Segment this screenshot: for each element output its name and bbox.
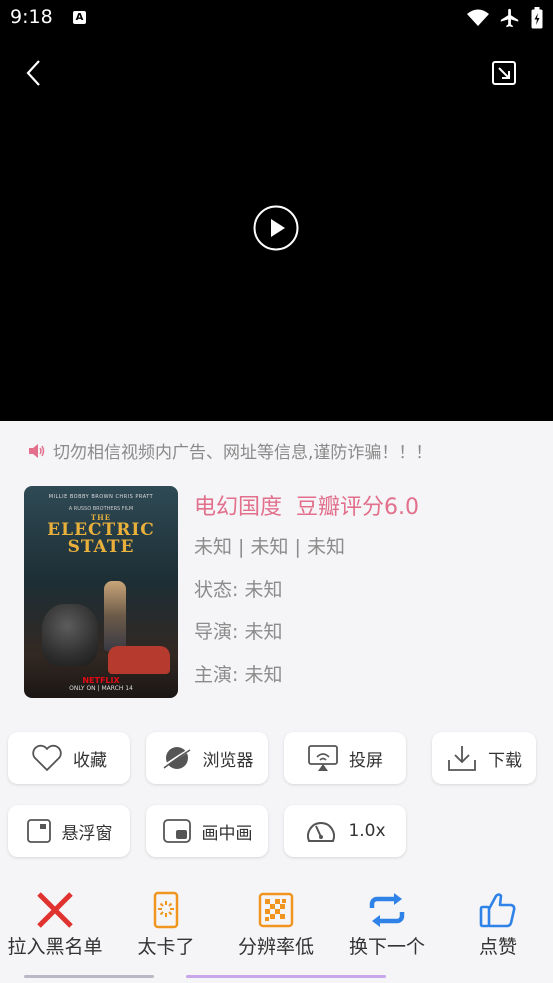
poster-figure-illustration <box>104 581 126 651</box>
status-bar: 9:18 A <box>0 0 553 38</box>
heart-icon <box>32 744 62 771</box>
status-icons <box>467 7 543 29</box>
poster-robot-illustration <box>42 604 98 666</box>
movie-info: 电幻国度 豆瓣评分6.0 未知 | 未知 | 未知 状态: 未知 导演: 未知 主… <box>194 490 433 696</box>
notification-icon: A <box>73 11 86 24</box>
poster-title: THE ELECTRIC STATE <box>47 513 155 557</box>
loading-phone-icon <box>153 891 179 929</box>
thumbs-up-icon <box>479 893 516 928</box>
switch-next-action[interactable]: 换下一个 <box>336 890 438 959</box>
poster-credit: MILLIE BOBBY BROWN CHRIS PRATT <box>48 494 154 500</box>
low-resolution-action[interactable]: 分辨率低 <box>226 890 326 959</box>
browser-button[interactable]: 浏览器 <box>146 732 268 784</box>
blacklist-action[interactable]: 拉入黑名单 <box>0 890 110 959</box>
floating-window-button[interactable]: 悬浮窗 <box>8 805 130 857</box>
shrink-window-icon <box>492 61 516 85</box>
cut-off-content <box>0 975 553 983</box>
movie-rating: 豆瓣评分6.0 <box>296 495 420 520</box>
like-action[interactable]: 点赞 <box>458 890 538 959</box>
picture-in-picture-icon <box>162 819 191 843</box>
download-icon <box>448 746 476 771</box>
speedometer-icon <box>307 822 336 842</box>
movie-meta: 未知 | 未知 | 未知 <box>194 536 345 558</box>
red-x-icon <box>37 892 73 928</box>
favorite-button[interactable]: 收藏 <box>8 732 130 784</box>
repeat-arrows-icon <box>369 893 405 927</box>
wifi-icon <box>467 9 489 26</box>
download-button[interactable]: 下载 <box>432 732 536 784</box>
video-player[interactable] <box>0 38 553 421</box>
back-button[interactable] <box>20 58 50 88</box>
movie-genre: 电幻国度 <box>194 495 283 520</box>
movie-title-line: 电幻国度 豆瓣评分6.0 <box>194 490 433 526</box>
poster-network: NETFLIX <box>82 676 120 685</box>
floating-window-icon <box>26 819 51 843</box>
poster-release: NETFLIX ONLY ON | MARCH 14 <box>69 676 133 692</box>
too-laggy-action[interactable]: 太卡了 <box>120 890 212 959</box>
picture-in-picture-button[interactable]: 画中画 <box>146 805 268 857</box>
scam-warning-notice: 切勿相信视频内广告、网址等信息,谨防诈骗！！！ <box>28 438 432 463</box>
poster-subtitle: A RUSSO BROTHERS FILM <box>68 506 134 512</box>
movie-director: 导演: 未知 <box>194 621 283 643</box>
poster-van-illustration <box>108 646 170 674</box>
cast-screen-button[interactable]: 投屏 <box>284 732 406 784</box>
minimize-player-button[interactable] <box>491 60 517 86</box>
movie-status: 状态: 未知 <box>194 578 283 601</box>
planet-icon <box>161 747 192 769</box>
play-button[interactable] <box>253 205 299 251</box>
movie-cast: 主演: 未知 <box>194 663 283 686</box>
playback-speed-button[interactable]: 1.0x <box>284 805 406 857</box>
play-icon <box>253 205 299 251</box>
speaker-icon <box>29 443 45 458</box>
cast-screen-icon <box>308 745 338 771</box>
movie-poster: MILLIE BOBBY BROWN CHRIS PRATT A RUSSO B… <box>24 486 178 698</box>
airplane-icon <box>500 8 519 28</box>
notice-text: 切勿相信视频内广告、网址等信息,谨防诈骗！！！ <box>53 443 433 463</box>
pixel-grid-icon <box>258 892 294 928</box>
battery-icon <box>531 7 543 29</box>
back-arrow-icon <box>26 60 40 86</box>
status-time: 9:18 <box>10 6 53 28</box>
